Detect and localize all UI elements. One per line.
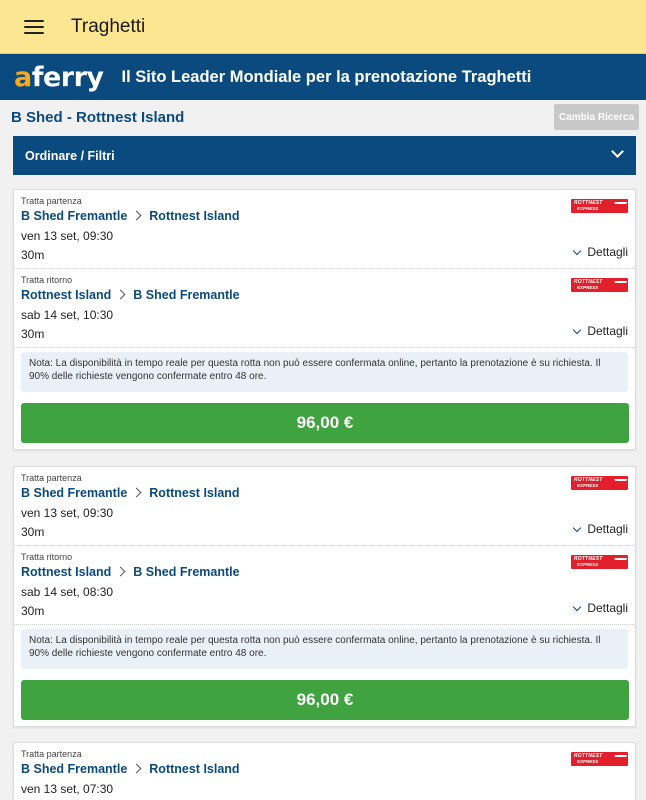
leg-to: Rottnest Island — [149, 486, 240, 500]
change-search-button[interactable]: Cambia Ricerca — [554, 104, 639, 130]
leg-to: Rottnest Island — [149, 209, 240, 223]
sort-filter-bar[interactable]: Ordinare / Filtri — [13, 136, 636, 175]
leg-duration: 30m — [21, 604, 45, 618]
leg-to: Rottnest Island — [149, 762, 240, 776]
leg-duration: 30m — [21, 525, 45, 539]
price-button[interactable]: 96,00 € — [21, 403, 629, 443]
operator-logo: ROTTNEST EXPRESS — [571, 476, 628, 490]
leg-kind-label: Tratta ritorno — [21, 552, 73, 562]
app-title: Traghetti — [71, 15, 146, 37]
availability-note: Nota: La disponibilità in tempo reale pe… — [21, 629, 628, 669]
leg-date: sab 14 set, 08:30 — [21, 585, 114, 599]
chevron-down-icon — [573, 325, 582, 334]
operator-logo: ROTTNEST EXPRESS — [571, 752, 628, 766]
outbound-leg: Tratta partenza B Shed Fremantle Rottnest… — [14, 743, 635, 800]
return-leg: Tratta ritorno Rottnest Island B Shed Fre… — [14, 546, 635, 625]
outbound-leg: Tratta partenza B Shed Fremantle Rottnest… — [14, 190, 635, 269]
chevron-right-icon — [131, 763, 142, 774]
chevron-right-icon — [131, 210, 142, 221]
leg-duration: 30m — [21, 248, 45, 262]
app-bar: Traghetti — [0, 0, 646, 53]
leg-route: B Shed Fremantle Rottnest Island — [21, 762, 240, 776]
availability-note: Nota: La disponibilità in tempo reale pe… — [21, 352, 628, 392]
route-header: B Shed - Rottnest Island — [0, 100, 646, 135]
leg-date: ven 13 set, 07:30 — [21, 782, 114, 796]
leg-route: Rottnest Island B Shed Fremantle — [21, 288, 240, 302]
operator-logo: ROTTNEST EXPRESS — [571, 278, 628, 292]
chevron-down-icon — [573, 246, 582, 255]
operator-logo: ROTTNEST EXPRESS — [571, 199, 628, 213]
leg-date: ven 13 set, 09:30 — [21, 229, 114, 243]
hamburger-menu-icon[interactable] — [24, 19, 44, 34]
chevron-down-icon — [573, 523, 582, 532]
leg-route: B Shed Fremantle Rottnest Island — [21, 209, 240, 223]
leg-date: sab 14 set, 10:30 — [21, 308, 114, 322]
route-title: B Shed - Rottnest Island — [11, 109, 185, 126]
details-toggle[interactable]: Dettagli — [573, 324, 628, 338]
outbound-leg: Tratta partenza B Shed Fremantle Rottnest… — [14, 467, 635, 546]
details-toggle[interactable]: Dettagli — [573, 601, 628, 615]
leg-to: B Shed Fremantle — [133, 565, 240, 579]
leg-kind-label: Tratta partenza — [21, 196, 82, 206]
leg-from: B Shed Fremantle — [21, 762, 128, 776]
leg-to: B Shed Fremantle — [133, 288, 240, 302]
details-toggle[interactable]: Dettagli — [573, 522, 628, 536]
return-leg: Tratta ritorno Rottnest Island B Shed Fre… — [14, 269, 635, 348]
result-card: Tratta partenza B Shed Fremantle Rottnest… — [13, 742, 636, 800]
leg-kind-label: Tratta ritorno — [21, 275, 73, 285]
result-card: Tratta partenza B Shed Fremantle Rottnest… — [13, 189, 636, 450]
leg-route: B Shed Fremantle Rottnest Island — [21, 486, 240, 500]
leg-kind-label: Tratta partenza — [21, 473, 82, 483]
leg-from: Rottnest Island — [21, 565, 112, 579]
leg-date: ven 13 set, 09:30 — [21, 506, 114, 520]
site-tagline: Il Sito Leader Mondiale per la prenotazi… — [121, 67, 532, 86]
operator-logo: ROTTNEST EXPRESS — [571, 555, 628, 569]
result-card: Tratta partenza B Shed Fremantle Rottnest… — [13, 466, 636, 727]
chevron-down-icon — [611, 145, 624, 158]
leg-from: B Shed Fremantle — [21, 486, 128, 500]
chevron-down-icon — [573, 602, 582, 611]
leg-route: Rottnest Island B Shed Fremantle — [21, 565, 240, 579]
chevron-right-icon — [115, 566, 126, 577]
leg-kind-label: Tratta partenza — [21, 749, 82, 759]
price-button[interactable]: 96,00 € — [21, 680, 629, 720]
site-banner: aferry Il Sito Leader Mondiale per la pr… — [0, 53, 646, 100]
sort-filter-label: Ordinare / Filtri — [25, 148, 115, 163]
chevron-right-icon — [115, 289, 126, 300]
aferry-logo[interactable]: aferry — [14, 64, 104, 91]
leg-from: Rottnest Island — [21, 288, 112, 302]
leg-from: B Shed Fremantle — [21, 209, 128, 223]
chevron-right-icon — [131, 487, 142, 498]
leg-duration: 30m — [21, 327, 45, 341]
details-toggle[interactable]: Dettagli — [573, 245, 628, 259]
